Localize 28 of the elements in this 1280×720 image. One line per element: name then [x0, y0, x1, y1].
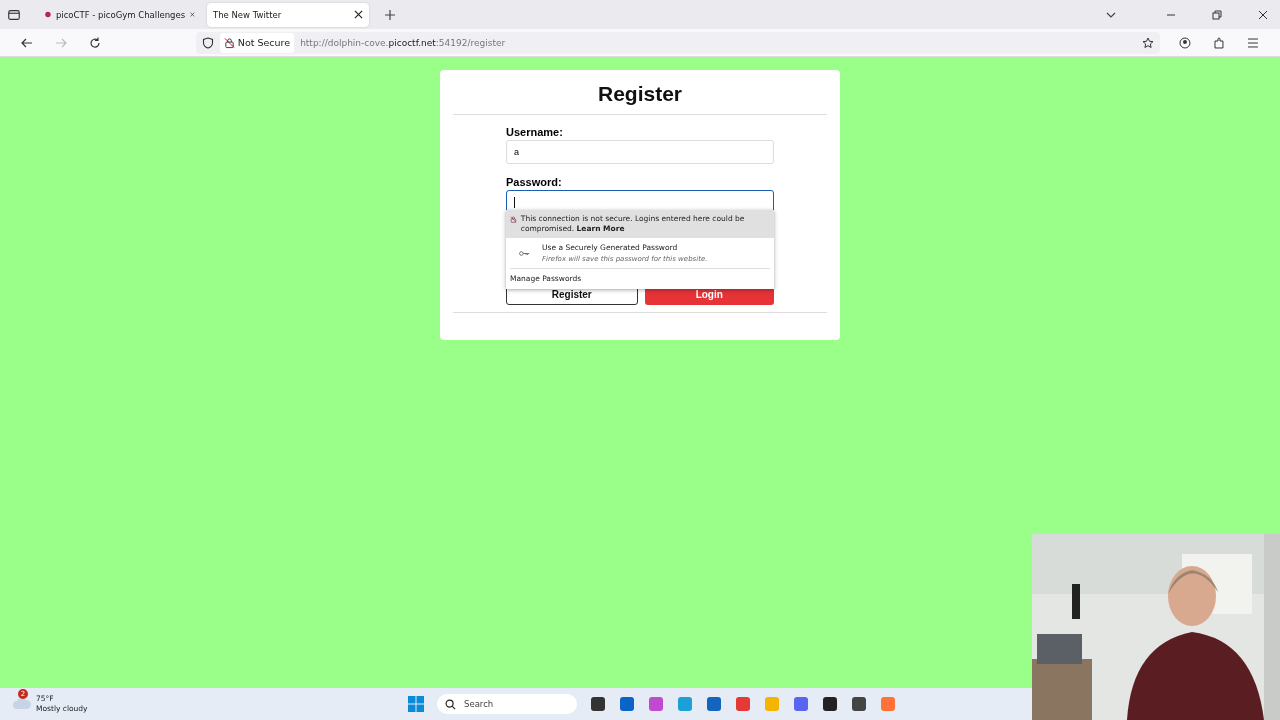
input-field[interactable]: a: [506, 140, 774, 164]
menu-icon[interactable]: [1247, 36, 1260, 49]
search-icon: [445, 698, 456, 710]
extensions-icon[interactable]: [1213, 36, 1226, 49]
cloud-icon: [12, 695, 32, 710]
close-icon[interactable]: [354, 10, 363, 19]
browser-tab[interactable]: picoCTF - picoGym Challenges: [39, 2, 201, 27]
back-icon[interactable]: [21, 36, 33, 49]
close-icon[interactable]: [1258, 9, 1268, 20]
browser-tab[interactable]: The New Twitter: [207, 2, 369, 27]
new-tab-icon[interactable]: [385, 9, 395, 20]
field-label: Username:: [506, 126, 564, 138]
not-secure-indicator[interactable]: Not Secure: [219, 32, 295, 53]
site-icon: [45, 9, 51, 20]
star-icon[interactable]: [1142, 36, 1155, 49]
insecure-lock-icon: [510, 214, 517, 225]
chevron-down-icon[interactable]: [1106, 11, 1116, 18]
restore-icon[interactable]: [1212, 9, 1222, 20]
field-label: Password:: [506, 176, 563, 188]
page-title: Register: [597, 82, 683, 106]
reload-icon[interactable]: [88, 36, 101, 49]
account-icon[interactable]: [1179, 36, 1192, 49]
key-icon: [519, 249, 530, 257]
shield-icon[interactable]: [201, 36, 214, 49]
search-field[interactable]: Search: [437, 694, 577, 714]
windows-start-icon[interactable]: [408, 696, 424, 712]
url-text[interactable]: http://dolphin-cove.picoctf.net:54192/register: [300, 37, 506, 48]
tab-list-icon[interactable]: [7, 7, 21, 22]
